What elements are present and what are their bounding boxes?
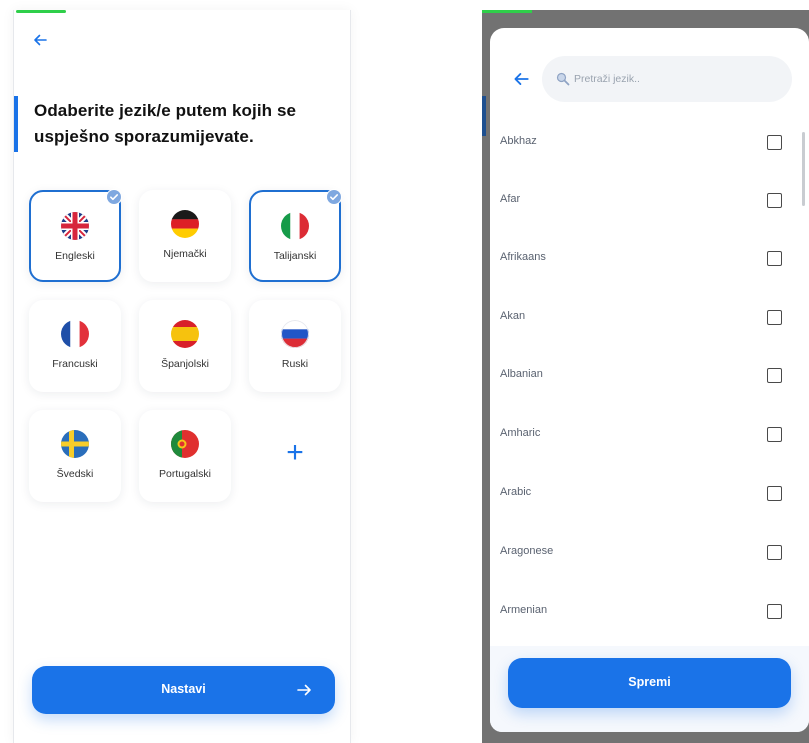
checkbox[interactable] <box>767 545 782 560</box>
checkbox[interactable] <box>767 135 782 150</box>
list-item-label: Albanian <box>500 368 543 380</box>
list-item-label: Afrikaans <box>500 251 546 263</box>
language-picker-screen: Abkhaz Afar Afrikaans Akan Albanian Amha… <box>482 10 809 743</box>
checkbox[interactable] <box>767 193 782 208</box>
language-label: Engleski <box>55 250 95 262</box>
list-item[interactable]: Albanian <box>490 347 790 405</box>
list-item[interactable]: Akan <box>490 289 790 347</box>
language-tile-ruski[interactable]: Ruski <box>249 300 341 392</box>
save-button-label: Spremi <box>628 675 671 689</box>
list-item-label: Akan <box>500 310 526 322</box>
language-picker-sheet: Abkhaz Afar Afrikaans Akan Albanian Amha… <box>490 28 809 732</box>
list-item-label: Amharic <box>500 427 541 439</box>
language-label: Talijanski <box>273 250 317 262</box>
continue-button[interactable]: Nastavi <box>32 666 335 714</box>
language-label: Francuski <box>52 358 98 370</box>
checkbox[interactable] <box>767 368 782 383</box>
check-badge-icon <box>326 189 342 205</box>
back-button[interactable] <box>32 32 52 52</box>
checkbox[interactable] <box>767 251 782 266</box>
italy-flag-icon <box>281 212 309 240</box>
list-item[interactable]: Amharic <box>490 406 790 464</box>
list-item-label: Afar <box>500 193 521 205</box>
language-tile-portugalski[interactable]: Portugalski <box>139 410 231 502</box>
spain-flag-icon <box>171 320 199 348</box>
progress-bar <box>16 10 66 13</box>
language-label: Švedski <box>56 468 94 480</box>
save-button[interactable]: Spremi <box>508 658 791 708</box>
list-item[interactable]: Aragonese <box>490 524 790 582</box>
language-tile-njemacki[interactable]: Njemački <box>139 190 231 282</box>
language-tile-francuski[interactable]: Francuski <box>29 300 121 392</box>
list-item-label: Arabic <box>500 486 532 498</box>
language-label: Ruski <box>281 358 309 370</box>
search-field[interactable] <box>542 56 792 102</box>
russia-flag-icon <box>281 320 309 348</box>
list-item[interactable]: Abkhaz <box>490 114 790 172</box>
list-item[interactable]: Armenian <box>490 583 790 641</box>
language-label: Španjolski <box>161 358 209 370</box>
arrow-right-icon <box>297 684 311 696</box>
list-item-label: Abkhaz <box>500 135 537 147</box>
language-tile-svedski[interactable]: Švedski <box>29 410 121 502</box>
scrollbar[interactable] <box>802 132 805 206</box>
back-button[interactable] <box>512 70 532 90</box>
list-item[interactable]: Afar <box>490 172 790 230</box>
uk-flag-icon <box>61 212 89 240</box>
add-language-button[interactable]: + <box>249 410 341 502</box>
back-arrow-icon <box>34 34 47 46</box>
portugal-flag-icon <box>171 430 199 458</box>
dimmed-heading-accent <box>482 96 486 136</box>
checkbox[interactable] <box>767 604 782 619</box>
checkbox[interactable] <box>767 310 782 325</box>
back-arrow-icon <box>514 73 529 85</box>
list-item-label: Armenian <box>500 604 548 616</box>
language-label: Portugalski <box>159 468 211 480</box>
germany-flag-icon <box>171 210 199 238</box>
list-item[interactable]: Afrikaans <box>490 230 790 288</box>
sweden-flag-icon <box>61 430 89 458</box>
language-select-screen: Odaberite jezik/e putem kojih se uspješn… <box>13 10 351 743</box>
search-input[interactable] <box>574 67 774 91</box>
page-title: Odaberite jezik/e putem kojih se uspješn… <box>34 101 297 146</box>
check-badge-icon <box>106 189 122 205</box>
heading-accent-bar <box>14 96 18 152</box>
list-item[interactable]: Arabic <box>490 465 790 523</box>
language-label: Njemački <box>163 248 207 260</box>
continue-button-label: Nastavi <box>161 682 206 696</box>
plus-icon: + <box>286 436 304 469</box>
checkbox[interactable] <box>767 486 782 501</box>
france-flag-icon <box>61 320 89 348</box>
language-tile-engleski[interactable]: Engleski <box>29 189 122 282</box>
checkbox[interactable] <box>767 427 782 442</box>
language-tile-spanjolski[interactable]: Španjolski <box>139 300 231 392</box>
language-tile-talijanski[interactable]: Talijanski <box>249 189 342 282</box>
search-icon <box>556 72 570 86</box>
list-item-label: Aragonese <box>500 545 554 557</box>
progress-bar <box>482 10 532 13</box>
